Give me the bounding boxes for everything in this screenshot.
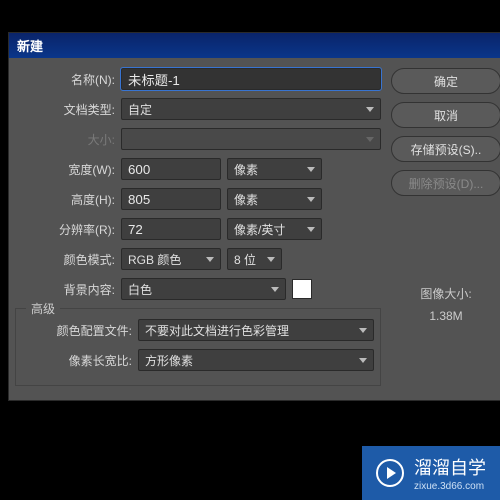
delete-preset-button: 删除预设(D)...	[391, 170, 500, 196]
advanced-fieldset: 高级 颜色配置文件: 不要对此文档进行色彩管理 像素长宽比: 方形像素	[15, 308, 381, 386]
colormode-select[interactable]: RGB 颜色	[121, 248, 221, 270]
doctype-select[interactable]: 自定	[121, 98, 381, 120]
advanced-legend: 高级	[26, 300, 60, 317]
width-label: 宽度(W):	[15, 161, 115, 178]
name-label: 名称(N):	[15, 71, 115, 88]
doctype-label: 文档类型:	[15, 101, 115, 118]
watermark-url: zixue.3d66.com	[414, 481, 486, 492]
watermark: 溜溜自学 zixue.3d66.com	[362, 446, 500, 500]
res-unit-select[interactable]: 像素/英寸	[227, 218, 322, 240]
save-preset-button[interactable]: 存储预设(S)..	[391, 136, 500, 162]
form-area: 名称(N): 文档类型: 自定 大小: 宽度(W): 像素 高度(H): 像素	[15, 68, 381, 386]
profile-select[interactable]: 不要对此文档进行色彩管理	[138, 319, 374, 341]
dialog-body: 名称(N): 文档类型: 自定 大小: 宽度(W): 像素 高度(H): 像素	[9, 58, 500, 400]
size-label: 大小:	[15, 131, 115, 148]
res-label: 分辨率(R):	[15, 221, 115, 238]
image-size-info: 图像大小: 1.38M	[391, 284, 500, 327]
height-input[interactable]	[121, 188, 221, 210]
size-select	[121, 128, 381, 150]
image-size-label: 图像大小:	[391, 284, 500, 306]
res-input[interactable]	[121, 218, 221, 240]
image-size-value: 1.38M	[391, 306, 500, 328]
button-column: 确定 取消 存储预设(S).. 删除预设(D)... 图像大小: 1.38M	[391, 68, 500, 386]
cancel-button[interactable]: 取消	[391, 102, 500, 128]
colormode-label: 颜色模式:	[15, 251, 115, 268]
play-icon	[376, 459, 404, 487]
width-input[interactable]	[121, 158, 221, 180]
watermark-brand: 溜溜自学	[414, 454, 486, 480]
colorbits-select[interactable]: 8 位	[227, 248, 282, 270]
ok-button[interactable]: 确定	[391, 68, 500, 94]
name-input[interactable]	[121, 68, 381, 90]
new-document-dialog: 新建 名称(N): 文档类型: 自定 大小: 宽度(W): 像素 高度(H):	[8, 32, 500, 401]
bg-select[interactable]: 白色	[121, 278, 286, 300]
height-label: 高度(H):	[15, 191, 115, 208]
bg-color-swatch[interactable]	[292, 279, 312, 299]
profile-label: 颜色配置文件:	[22, 322, 132, 339]
width-unit-select[interactable]: 像素	[227, 158, 322, 180]
bg-label: 背景内容:	[15, 281, 115, 298]
aspect-select[interactable]: 方形像素	[138, 349, 374, 371]
height-unit-select[interactable]: 像素	[227, 188, 322, 210]
aspect-label: 像素长宽比:	[22, 352, 132, 369]
dialog-title: 新建	[9, 33, 500, 58]
